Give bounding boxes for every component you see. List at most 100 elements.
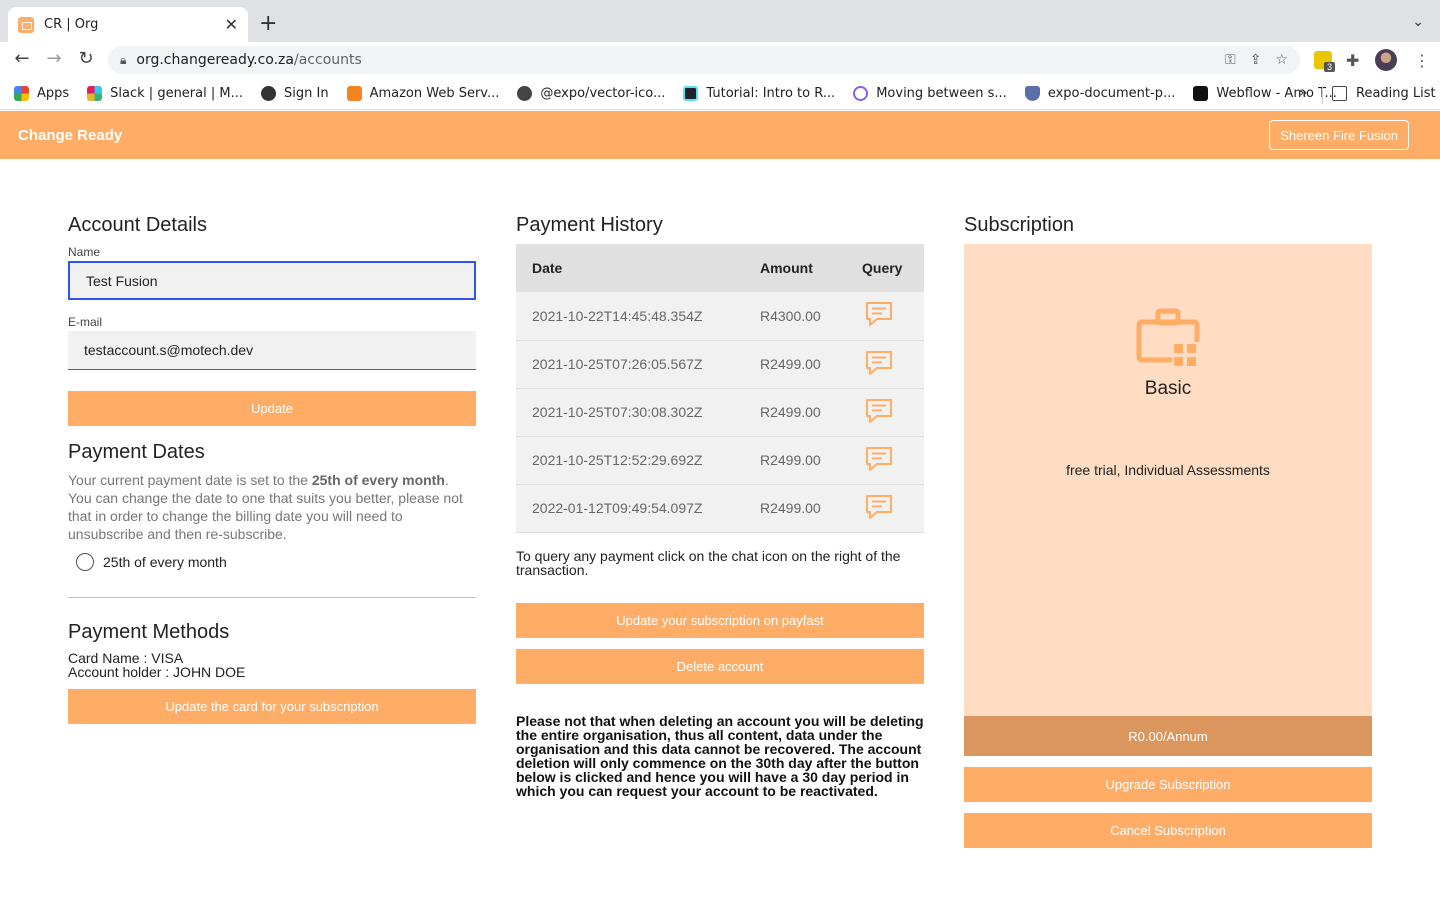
update-subscription-payfast-button[interactable]: Update your subscription on payfast — [516, 602, 924, 638]
bookmark-expo-vector-icons[interactable]: @expo/vector-ico... — [517, 86, 665, 101]
globe-icon — [261, 86, 276, 101]
extension-badge-count: 3 — [1324, 62, 1336, 72]
reading-list-label: Reading List — [1356, 86, 1436, 101]
url-domain: org.changeready.co.za — [136, 52, 294, 68]
account-column: Account Details Name Test Fusion E-mail … — [68, 212, 476, 724]
payment-amount-cell: R4300.00 — [760, 292, 862, 341]
payment-amount-cell: R2499.00 — [760, 340, 862, 389]
slack-icon — [87, 86, 103, 101]
bookmark-label: Moving between s... — [876, 86, 1007, 101]
reading-list-icon — [1332, 86, 1347, 101]
subscription-heading: Subscription — [964, 214, 1075, 236]
payment-history-heading: Payment History — [516, 214, 663, 236]
account-details-heading: Account Details — [68, 214, 207, 236]
bookmark-label: expo-document-p... — [1047, 86, 1176, 101]
payment-date-radio[interactable] — [76, 553, 94, 571]
bookmark-react-tutorial[interactable]: Tutorial: Intro to R... — [683, 86, 835, 101]
payment-amount-cell: R2499.00 — [760, 436, 862, 485]
bookmarks-bar: Apps Slack | general | M... Sign In Amaz… — [0, 78, 1440, 110]
payment-date-highlight: 25th of every month — [311, 472, 445, 488]
browser-toolbar: ← → ↻ 🔒︎ org.changeready.co.za/accounts … — [0, 42, 1440, 78]
webflow-icon — [1193, 86, 1209, 101]
payment-methods-heading: Payment Methods — [68, 621, 230, 643]
payment-date-cell: 2021-10-22T14:45:48.354Z — [516, 292, 760, 341]
bookmark-label: Webflow - Amo T... — [1216, 86, 1337, 101]
react-icon — [683, 86, 699, 101]
email-label: E-mail — [68, 315, 103, 329]
site-favicon-icon — [18, 16, 34, 33]
bookmark-slack[interactable]: Slack | general | M... — [87, 86, 243, 101]
update-card-button[interactable]: Update the card for your subscription — [68, 689, 476, 724]
payment-query-cell — [862, 388, 924, 437]
tab-search-chevron-icon[interactable]: ⌄ — [1412, 14, 1424, 30]
forward-arrow-icon[interactable]: → — [42, 48, 66, 69]
bookmark-label: @expo/vector-ico... — [540, 86, 666, 101]
bookmark-expo-document[interactable]: expo-document-p... — [1024, 86, 1176, 101]
cancel-subscription-button[interactable]: Cancel Subscription — [964, 813, 1372, 848]
circle-logo-icon — [853, 86, 869, 101]
payment-dates-description: Your current payment date is set to the … — [68, 471, 476, 543]
delete-account-button[interactable]: Delete account — [516, 648, 924, 684]
bookmark-star-icon[interactable]: ☆ — [1275, 52, 1288, 68]
reading-list-button[interactable]: Reading List — [1332, 86, 1436, 101]
plan-price: R0.00/Annum — [964, 716, 1372, 756]
puzzle-extensions-icon[interactable]: ✚ — [1346, 51, 1359, 70]
bookmark-webflow[interactable]: Webflow - Amo T... — [1193, 86, 1337, 101]
bookmark-apps[interactable]: Apps — [14, 86, 69, 101]
profile-avatar[interactable] — [1375, 49, 1397, 71]
tab-title: CR | Org — [44, 17, 99, 32]
name-label: Name — [68, 245, 101, 259]
table-row: 2021-10-22T14:45:48.354Z R4300.00 — [516, 292, 924, 341]
url-path: /accounts — [294, 52, 362, 68]
plan-description: free trial, Individual Assessments — [1066, 462, 1270, 478]
bookmark-label: Apps — [37, 86, 70, 101]
bookmark-label: Tutorial: Intro to R... — [706, 86, 836, 101]
bookmarks-divider — [1322, 86, 1323, 104]
bookmarks-overflow-icon[interactable]: » — [1299, 85, 1308, 101]
bookmark-aws[interactable]: Amazon Web Serv... — [346, 86, 499, 101]
chat-query-icon[interactable] — [864, 349, 894, 377]
table-row: 2021-10-25T07:30:08.302Z R2499.00 — [516, 388, 924, 437]
bookmark-sign-in[interactable]: Sign In — [261, 86, 329, 101]
tab-close-icon[interactable]: ✕ — [225, 15, 238, 34]
expo-icon — [517, 86, 533, 101]
chat-query-icon[interactable] — [864, 445, 894, 473]
reload-icon[interactable]: ↻ — [74, 48, 98, 69]
url-text[interactable]: org.changeready.co.za/accounts — [136, 52, 1211, 68]
query-instructions: To query any payment click on the chat i… — [516, 547, 901, 578]
subscription-card: Basic free trial, Individual Assessments — [964, 244, 1372, 716]
bookmark-label: Sign In — [284, 86, 329, 101]
bookmark-moving-between[interactable]: Moving between s... — [853, 86, 1007, 101]
plan-name: Basic — [1144, 378, 1192, 399]
payment-date-radio-label: 25th of every month — [103, 554, 227, 570]
lock-icon[interactable]: 🔒︎ — [120, 53, 126, 68]
table-row: 2022-01-12T09:49:54.097Z R2499.00 — [516, 484, 924, 533]
payment-date-option[interactable]: 25th of every month — [76, 553, 476, 571]
chat-query-icon[interactable] — [864, 493, 894, 521]
browser-tab[interactable]: CR | Org ✕ — [8, 7, 248, 42]
user-menu-button[interactable]: Shereen Fire Fusion — [1269, 120, 1409, 150]
chat-query-icon[interactable] — [864, 397, 894, 425]
upgrade-subscription-button[interactable]: Upgrade Subscription — [964, 767, 1372, 802]
account-holder-text: Account holder : JOHN DOE — [68, 664, 246, 680]
new-tab-icon[interactable]: + — [259, 12, 277, 36]
payment-dates-text: Your current payment date is set to the — [68, 472, 312, 488]
browser-menu-icon[interactable]: ⋮ — [1414, 51, 1430, 70]
name-input[interactable]: Test Fusion — [68, 261, 476, 300]
chat-query-icon[interactable] — [864, 300, 894, 328]
back-arrow-icon[interactable]: ← — [10, 48, 34, 69]
update-account-button[interactable]: Update — [68, 391, 476, 426]
payment-dates-heading: Payment Dates — [68, 441, 205, 463]
key-icon[interactable]: ⚿ — [1225, 52, 1236, 68]
email-input[interactable]: testaccount.s@motech.dev — [68, 331, 476, 370]
brand-logo-text[interactable]: Change Ready — [18, 127, 122, 144]
share-icon[interactable]: ⇪ — [1250, 52, 1262, 68]
subscription-column: Subscription Basic free trial, Individua… — [964, 212, 1372, 848]
aws-cube-icon — [346, 86, 362, 101]
payment-amount-cell: R2499.00 — [760, 484, 862, 533]
date-column-header: Date — [532, 260, 563, 276]
payment-date-cell: 2022-01-12T09:49:54.097Z — [516, 484, 760, 533]
delete-warning-text: Please not that when deleting an account… — [516, 712, 924, 799]
payment-query-cell — [862, 340, 924, 389]
address-bar[interactable]: 🔒︎ org.changeready.co.za/accounts ⚿ ⇪ ☆ — [108, 46, 1300, 74]
